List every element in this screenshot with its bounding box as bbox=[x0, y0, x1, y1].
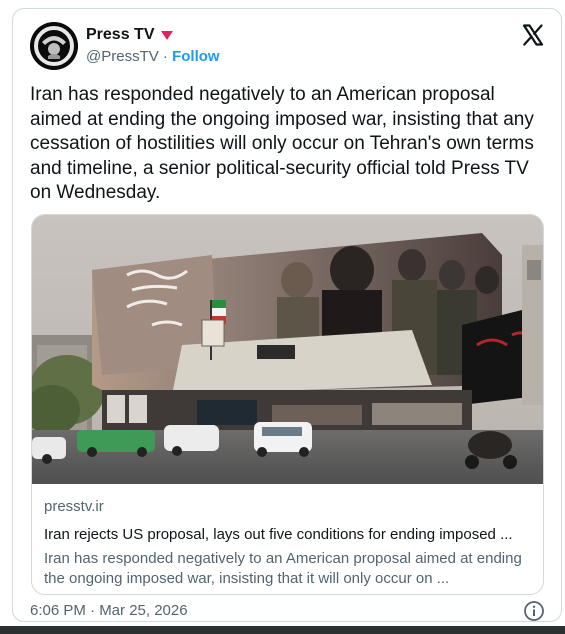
link-preview-meta: presstv.ir Iran rejects US proposal, lay… bbox=[44, 498, 534, 589]
link-domain: presstv.ir bbox=[44, 498, 104, 515]
presstv-logo-icon bbox=[30, 22, 78, 70]
link-preview-card[interactable]: presstv.ir Iran rejects US proposal, lay… bbox=[31, 214, 544, 595]
link-preview-image[interactable] bbox=[32, 215, 544, 484]
x-logo-icon[interactable] bbox=[521, 23, 545, 47]
tweet-text: Iran has responded negatively to an Amer… bbox=[30, 84, 534, 203]
tweet-card: Press TV @PressTV · Follow Iran has resp… bbox=[12, 8, 562, 622]
link-description: Iran has responded negatively to an Amer… bbox=[44, 550, 522, 587]
avatar[interactable] bbox=[30, 22, 78, 70]
link-title: Iran rejects US proposal, lays out five … bbox=[44, 526, 513, 543]
author-block: Press TV @PressTV · Follow bbox=[86, 25, 220, 68]
info-icon[interactable] bbox=[523, 600, 545, 622]
verified-badge-icon bbox=[160, 28, 174, 42]
author-name[interactable]: Press TV bbox=[86, 26, 154, 44]
bottom-edge-strip bbox=[0, 626, 565, 634]
follow-button[interactable]: Follow bbox=[172, 48, 220, 65]
author-handle[interactable]: @PressTV bbox=[86, 48, 159, 65]
tweet-timestamp[interactable]: 6:06 PM · Mar 25, 2026 bbox=[30, 602, 188, 619]
handle-separator: · bbox=[162, 48, 168, 65]
